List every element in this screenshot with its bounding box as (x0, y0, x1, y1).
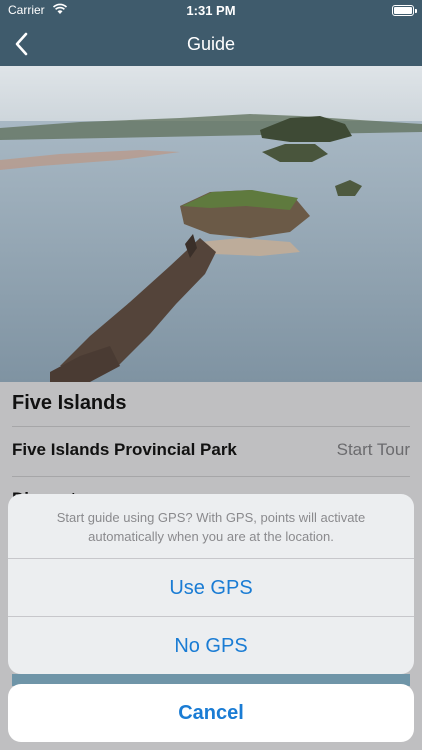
start-tour-link[interactable]: Start Tour (337, 440, 410, 460)
navigation-bar: Guide (0, 22, 422, 66)
status-bar: Carrier 1:31 PM (0, 0, 422, 22)
hero-image (0, 66, 422, 382)
cancel-button[interactable]: Cancel (8, 684, 414, 742)
use-gps-button[interactable]: Use GPS (8, 559, 414, 617)
divider (12, 476, 410, 477)
no-gps-button[interactable]: No GPS (8, 617, 414, 674)
clock: 1:31 PM (186, 3, 236, 18)
action-sheet-message: Start guide using GPS? With GPS, points … (56, 510, 366, 544)
battery-icon (392, 5, 417, 16)
nav-title: Guide (186, 34, 236, 54)
gps-action-sheet: Start guide using GPS? With GPS, points … (8, 494, 414, 674)
place-title: Five Islands (12, 392, 127, 414)
divider (12, 426, 410, 427)
